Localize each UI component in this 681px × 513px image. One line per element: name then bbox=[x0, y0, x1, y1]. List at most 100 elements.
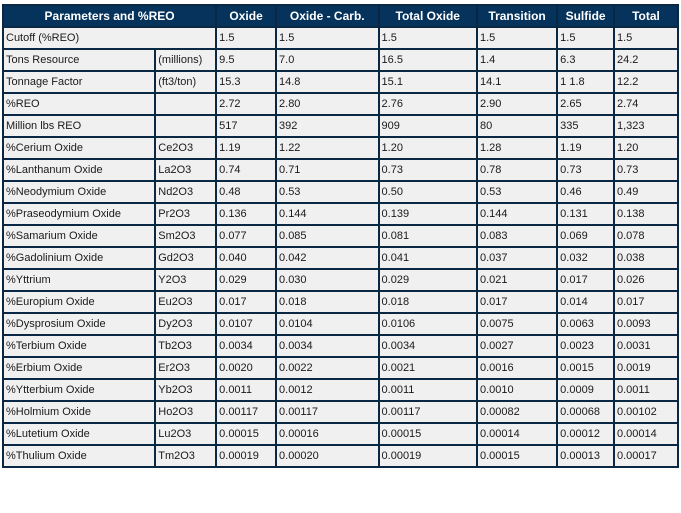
cell-value: 1.5 bbox=[475, 26, 559, 50]
row-label: %Terbium Oxide bbox=[1, 334, 157, 358]
row-label: %Ytterbium Oxide bbox=[1, 378, 157, 402]
reo-resource-table: Parameters and %REO Oxide Oxide - Carb. … bbox=[1, 4, 679, 468]
cell-value: 0.0011 bbox=[613, 378, 679, 402]
cell-value: 0.53 bbox=[475, 180, 559, 204]
cell-value: 0.00082 bbox=[475, 400, 559, 424]
row-label: Tons Resource bbox=[1, 48, 157, 72]
cell-value: 0.0015 bbox=[556, 356, 615, 380]
cell-value: 0.042 bbox=[275, 246, 380, 270]
cell-value: 14.8 bbox=[275, 70, 380, 94]
cell-value: 392 bbox=[275, 114, 380, 138]
cell-value: 0.0012 bbox=[275, 378, 380, 402]
row-label: %Holmium Oxide bbox=[1, 400, 157, 424]
cell-value: 0.017 bbox=[475, 290, 559, 314]
cell-value: 0.0063 bbox=[556, 312, 615, 336]
cell-value: 1.5 bbox=[613, 26, 679, 50]
cell-value: 7.0 bbox=[275, 48, 380, 72]
cell-value: 0.00020 bbox=[275, 444, 380, 468]
row-label: Million lbs REO bbox=[1, 114, 157, 138]
cell-value: 0.0019 bbox=[613, 356, 679, 380]
table-row: %Praseodymium Oxide Pr2O3 0.136 0.144 0.139 0… bbox=[1, 202, 679, 226]
cell-value: 0.026 bbox=[613, 268, 679, 292]
cell-value: 0.49 bbox=[613, 180, 679, 204]
cell-value: 1 1.8 bbox=[556, 70, 615, 94]
table-row: %Terbium Oxide Tb2O3 0.0034 0.0034 0.0034 0.0… bbox=[1, 334, 679, 358]
cell-value: 15.3 bbox=[215, 70, 278, 94]
row-label: %Cerium Oxide bbox=[1, 136, 157, 160]
cell-value: 1.20 bbox=[377, 136, 478, 160]
table-row: Tons Resource (millions) 9.5 7.0 16.5 1.4 6.3 2… bbox=[1, 48, 679, 72]
header-oxide: Oxide bbox=[215, 4, 278, 28]
cell-value: 12.2 bbox=[613, 70, 679, 94]
cell-value: 0.078 bbox=[613, 224, 679, 248]
cell-value: 0.018 bbox=[377, 290, 478, 314]
cell-value: 2.76 bbox=[377, 92, 478, 116]
row-label: %Lutetium Oxide bbox=[1, 422, 157, 446]
table-row: %Cerium Oxide Ce2O3 1.19 1.22 1.20 1.28 1.19 1.… bbox=[1, 136, 679, 160]
table-row: %Erbium Oxide Er2O3 0.0020 0.0022 0.0021 0.00… bbox=[1, 356, 679, 380]
cell-value: 0.0034 bbox=[215, 334, 278, 358]
cell-value: 1.5 bbox=[215, 26, 278, 50]
cell-value: 0.014 bbox=[556, 290, 615, 314]
row-label: %Europium Oxide bbox=[1, 290, 157, 314]
row-unit: Nd2O3 bbox=[154, 180, 218, 204]
table-row: Cutoff (%REO) 1.5 1.5 1.5 1.5 1.5 1.5 bbox=[1, 26, 679, 50]
cell-value: 0.00019 bbox=[377, 444, 478, 468]
row-unit: Y2O3 bbox=[154, 268, 218, 292]
cell-value: 0.00017 bbox=[613, 444, 679, 468]
cell-value: 0.71 bbox=[275, 158, 380, 182]
cell-value: 0.081 bbox=[377, 224, 478, 248]
cell-value: 0.0010 bbox=[475, 378, 559, 402]
cell-value: 2.72 bbox=[215, 92, 278, 116]
row-unit: Dy2O3 bbox=[154, 312, 218, 336]
cell-value: 0.083 bbox=[475, 224, 559, 248]
table-row: %REO 2.72 2.80 2.76 2.90 2.65 2.74 bbox=[1, 92, 679, 116]
row-label: Tonnage Factor bbox=[1, 70, 157, 94]
cell-value: 0.00117 bbox=[275, 400, 380, 424]
cell-value: 0.0075 bbox=[475, 312, 559, 336]
cell-value: 0.50 bbox=[377, 180, 478, 204]
cell-value: 0.00019 bbox=[215, 444, 278, 468]
cell-value: 24.2 bbox=[613, 48, 679, 72]
cell-value: 0.00015 bbox=[215, 422, 278, 446]
row-unit: Tb2O3 bbox=[154, 334, 218, 358]
cell-value: 1.20 bbox=[613, 136, 679, 160]
cell-value: 1.28 bbox=[475, 136, 559, 160]
table-body: Cutoff (%REO) 1.5 1.5 1.5 1.5 1.5 1.5 Tons Reso… bbox=[1, 26, 679, 468]
cell-value: 1.22 bbox=[275, 136, 380, 160]
cell-value: 0.0034 bbox=[275, 334, 380, 358]
table-row: Million lbs REO 517 392 909 80 335 1,323 bbox=[1, 114, 679, 138]
cell-value: 0.0104 bbox=[275, 312, 380, 336]
header-transition: Transition bbox=[475, 4, 559, 28]
cell-value: 2.65 bbox=[556, 92, 615, 116]
row-label: %Yttrium bbox=[1, 268, 157, 292]
cell-value: 2.90 bbox=[475, 92, 559, 116]
cell-value: 0.78 bbox=[475, 158, 559, 182]
cell-value: 14.1 bbox=[475, 70, 559, 94]
cell-value: 0.00117 bbox=[377, 400, 478, 424]
cell-value: 0.030 bbox=[275, 268, 380, 292]
row-unit: Yb2O3 bbox=[154, 378, 218, 402]
cell-value: 1.19 bbox=[215, 136, 278, 160]
cell-value: 0.0093 bbox=[613, 312, 679, 336]
table-row: Tonnage Factor (ft3/ton) 15.3 14.8 15.1 14.1 1… bbox=[1, 70, 679, 94]
cell-value: 0.032 bbox=[556, 246, 615, 270]
row-unit: Tm2O3 bbox=[154, 444, 218, 468]
cell-value: 0.018 bbox=[275, 290, 380, 314]
row-label: %Thulium Oxide bbox=[1, 444, 157, 468]
row-unit: Er2O3 bbox=[154, 356, 218, 380]
cell-value: 1.5 bbox=[556, 26, 615, 50]
cell-value: 0.73 bbox=[556, 158, 615, 182]
cell-value: 0.48 bbox=[215, 180, 278, 204]
row-unit: Lu2O3 bbox=[154, 422, 218, 446]
table-row: %Yttrium Y2O3 0.029 0.030 0.029 0.021 0.017 0.0… bbox=[1, 268, 679, 292]
row-unit bbox=[154, 114, 218, 138]
cell-value: 0.53 bbox=[275, 180, 380, 204]
cell-value: 517 bbox=[215, 114, 278, 138]
cell-value: 0.017 bbox=[215, 290, 278, 314]
cell-value: 0.0106 bbox=[377, 312, 478, 336]
cell-value: 0.017 bbox=[613, 290, 679, 314]
row-label: Cutoff (%REO) bbox=[1, 26, 218, 50]
cell-value: 0.00014 bbox=[613, 422, 679, 446]
row-unit: (millions) bbox=[154, 48, 218, 72]
